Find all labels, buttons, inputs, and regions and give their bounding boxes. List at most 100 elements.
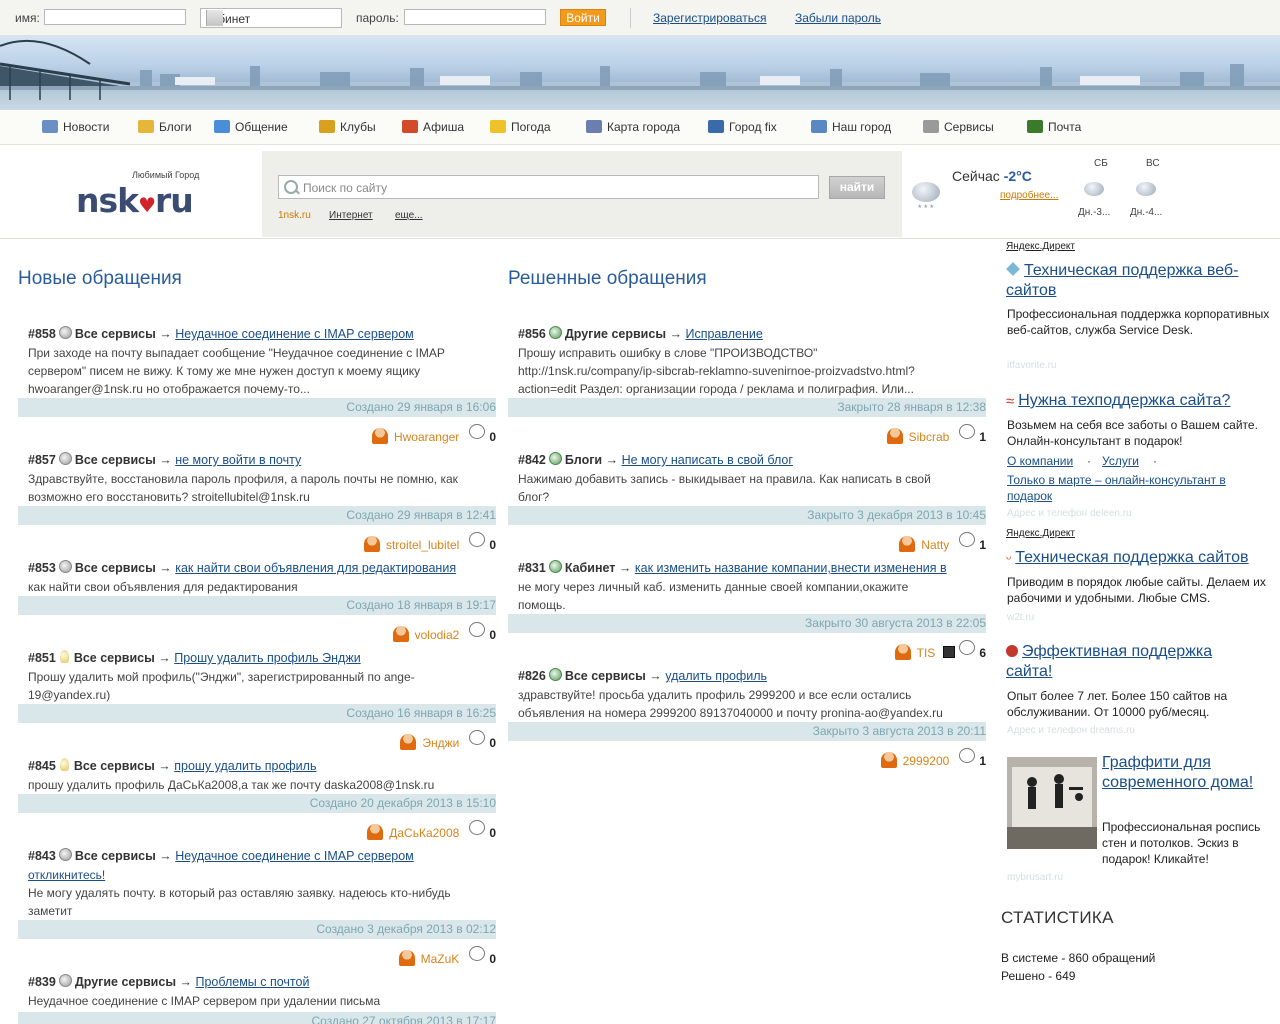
arrow-icon: → (179, 975, 192, 989)
nav-item-city-fix[interactable]: Город fix (708, 120, 777, 134)
search-tab-1nsk[interactable]: 1nsk.ru (278, 210, 311, 221)
select-arrow-icon[interactable] (206, 10, 223, 26)
request-text: hwoaranger@1nsk.ru но отображается почем… (28, 382, 310, 396)
request-subject-link[interactable]: Неудачное соединение с IMAP сервером (175, 327, 414, 341)
ad-title-link[interactable]: Эффективная поддержка сайта! (1006, 642, 1246, 682)
nav-item-city-map[interactable]: Карта города (586, 120, 680, 134)
weather-icon (490, 120, 506, 133)
new-requests-title: Новые обращения (18, 268, 182, 289)
request-subject-link[interactable]: прошу удалить профиль (174, 759, 316, 773)
comment-count: 0 (489, 538, 496, 552)
gear-check-icon (548, 326, 562, 339)
ad-link-promo[interactable]: Только в марте – онлайн-консультант в по… (1007, 472, 1247, 504)
request-subject-link[interactable]: Прошу удалить профиль Энджи (174, 651, 360, 665)
username-link[interactable]: ДаСьКа2008 (389, 826, 459, 840)
site-logo[interactable]: nsk♥ru (76, 181, 194, 220)
request-head: #851 Все сервисы → Прошу удалить профиль … (28, 650, 361, 665)
ad-link-services[interactable]: Услуги (1102, 454, 1139, 468)
nav-item-label: Город fix (729, 120, 777, 134)
ad-link-about[interactable]: О компании (1007, 454, 1073, 468)
request-head: #857 Все сервисы → не могу войти в почту (28, 452, 301, 467)
request-subject-link[interactable]: как изменить название компании,внести из… (635, 561, 947, 575)
nav-item-label: Сервисы (944, 120, 994, 134)
cabinet-select[interactable]: кабинет (200, 8, 342, 28)
request-subject-link[interactable]: Исправление (685, 327, 762, 341)
request-id: #842 (518, 453, 546, 467)
request-subject-link[interactable]: Проблемы с почтой (195, 975, 309, 989)
request-subject-link[interactable]: откликнитесь! (28, 868, 105, 882)
username-link[interactable]: Sibcrab (909, 430, 950, 444)
request-category: Кабинет (564, 561, 616, 575)
username-link[interactable]: TIS (917, 646, 936, 660)
request-subject-link[interactable]: не могу войти в почту (175, 453, 301, 467)
ad-title-link[interactable]: Граффити для современного дома! (1102, 753, 1262, 793)
yandex-direct-label[interactable]: Яндекс.Директ (1006, 528, 1075, 539)
nav-item-services[interactable]: Сервисы (923, 120, 994, 134)
stats-total: В системе - 860 обращений (1001, 951, 1156, 965)
request-subject-link[interactable]: Не могу написать в свой блог (622, 453, 793, 467)
arrow-icon: → (605, 453, 619, 467)
request-date: Создано 29 января в 16:06 (18, 398, 496, 417)
password-input[interactable] (404, 9, 546, 25)
request-head: #826 Все сервисы → удалить профиль (518, 668, 767, 683)
register-link[interactable]: Зарегистрироваться (653, 11, 766, 25)
username-link[interactable]: volodia2 (415, 628, 460, 642)
stats-solved: Решено - 649 (1001, 969, 1076, 983)
nav-item-clubs[interactable]: Клубы (319, 120, 376, 134)
request-category: Блоги (564, 453, 603, 467)
request-subject-link[interactable]: как найти свои объявления для редактиров… (175, 561, 456, 575)
request-category: Все сервисы (74, 453, 156, 467)
request-text: прошу удалить профиль ДаСьКа2008,а так ж… (28, 778, 435, 792)
forgot-password-link[interactable]: Забыли пароль (795, 11, 881, 25)
search-tab-internet[interactable]: Интернет (329, 210, 373, 221)
ad-text-content: Профессиональная роспись стен и потолков… (1102, 820, 1261, 866)
divider (630, 8, 631, 28)
login-button[interactable]: Войти (560, 9, 606, 26)
ad-title-link[interactable]: ᵕ Техническая поддержка сайтов (1006, 548, 1268, 568)
request-text: заметит (28, 904, 73, 918)
nav-item-afisha[interactable]: Афиша (402, 120, 464, 134)
user-avatar-icon (398, 950, 415, 966)
ad-title-link[interactable]: Техническая поддержка веб-сайтов (1006, 261, 1268, 301)
username-link[interactable]: MaZuK (421, 952, 460, 966)
name-input[interactable] (44, 9, 186, 25)
request-body: прошу удалить профиль ДаСьКа2008,а так ж… (28, 776, 496, 794)
gear-icon (58, 560, 72, 573)
weather-more-link[interactable]: подробнее... (1000, 190, 1058, 201)
request-id: #839 (28, 975, 56, 989)
request-meta: Энджи 0 (400, 730, 496, 750)
request-subject-link[interactable]: удалить профиль (665, 669, 767, 683)
request-text: 19@yandex.ru) (28, 688, 111, 702)
password-label: пароль: (356, 11, 399, 25)
search-button[interactable]: найти (829, 176, 885, 199)
nav-item-news[interactable]: Новости (42, 120, 109, 134)
nav-item-label: Новости (63, 120, 110, 134)
username-link[interactable]: stroitel_lubitel (386, 538, 459, 552)
yandex-direct-label[interactable]: Яндекс.Директ (1006, 241, 1075, 252)
nav-item-our-city[interactable]: Наш город (811, 120, 891, 134)
request-card: #839 Другие сервисы → Проблемы с почтой Н… (18, 974, 496, 1024)
username-link[interactable]: 2999200 (903, 754, 950, 768)
comment-count: 6 (979, 646, 986, 660)
username-link[interactable]: Natty (921, 538, 949, 552)
request-text: блог? (518, 490, 550, 504)
request-subject-link[interactable]: Неудачное соединение с IMAP сервером (175, 849, 414, 863)
arrow-icon: → (669, 327, 682, 341)
request-head: #839 Другие сервисы → Проблемы с почтой (28, 974, 309, 989)
username-link[interactable]: Hwoaranger (394, 430, 459, 444)
search-tab-more[interactable]: еще... (395, 210, 423, 221)
nav-item-mail[interactable]: Почта (1027, 120, 1081, 134)
solved-request-card: #856 Другие сервисы → Исправление Прошу и… (508, 326, 986, 444)
user-avatar-icon (899, 536, 916, 552)
services-icon (923, 120, 939, 133)
search-input[interactable]: Поиск по сайту (278, 175, 819, 199)
arrow-icon: → (618, 561, 632, 575)
user-avatar-icon (894, 644, 911, 660)
nav-item-weather[interactable]: Погода (490, 120, 551, 134)
comment-count: 1 (979, 430, 986, 444)
username-link[interactable]: Энджи (422, 736, 459, 750)
graffiti-ad-image[interactable] (1007, 757, 1097, 849)
ad-title-link[interactable]: ≈ Нужна техподдержка сайта? (1006, 391, 1268, 411)
nav-item-blogs[interactable]: Блоги (138, 120, 192, 134)
nav-item-chat[interactable]: Общение (214, 120, 288, 134)
